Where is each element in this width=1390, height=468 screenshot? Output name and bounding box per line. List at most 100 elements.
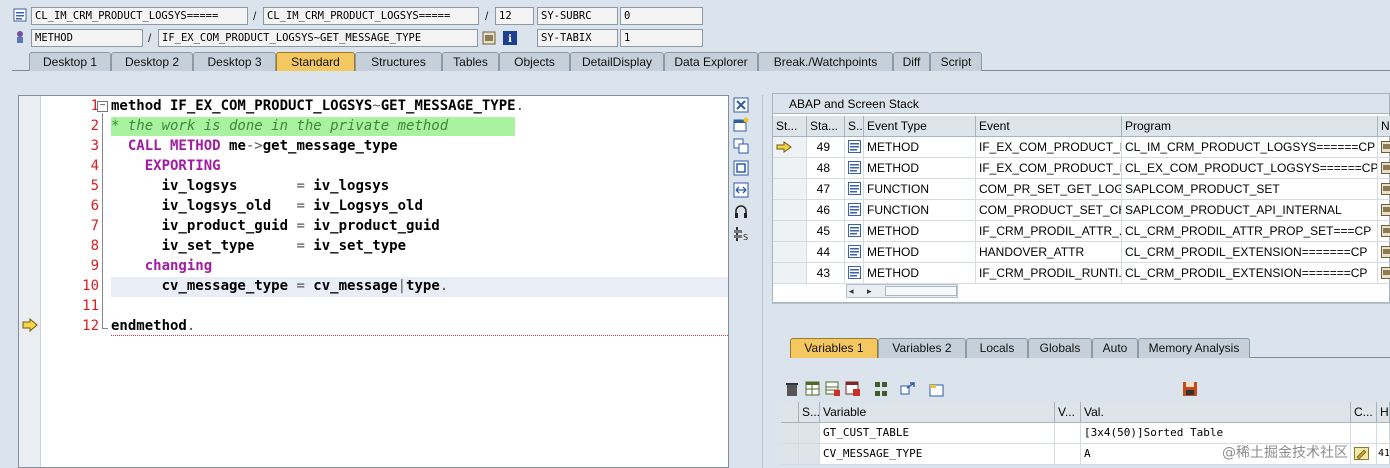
var-tab-auto[interactable]: Auto <box>1092 338 1138 358</box>
code-line[interactable]: iv_set_type = iv_set_type <box>111 236 406 256</box>
tab-objects[interactable]: Objects <box>499 52 570 71</box>
stack-column-header[interactable]: Program <box>1122 116 1378 137</box>
variable-column-header[interactable]: Variable <box>820 402 1055 423</box>
window-icon[interactable] <box>929 382 945 398</box>
scroll-right-icon[interactable]: ▸ <box>867 285 872 297</box>
variable-column-header[interactable]: V... <box>1055 402 1081 423</box>
code-line[interactable]: * the work is done in the private method <box>111 116 448 136</box>
sy-var2-value-field[interactable]: 1 <box>620 29 703 47</box>
tab-tables[interactable]: Tables <box>442 52 499 71</box>
new-window-icon[interactable] <box>733 117 751 133</box>
variable-cell-name[interactable]: CV_MESSAGE_TYPE <box>820 444 1055 465</box>
table-edit-icon[interactable] <box>825 381 841 397</box>
delete-icon[interactable] <box>784 381 800 397</box>
stack-row[interactable]: 47 FUNCTION COM_PR_SET_GET_LOG... SAPLCOM_P… <box>773 179 1390 200</box>
stack-row[interactable]: 46 FUNCTION COM_PRODUCT_SET_CH... SAPLCOM_P… <box>773 200 1390 221</box>
sy-var-value-field[interactable]: 0 <box>620 7 703 25</box>
variable-column-header[interactable]: C... <box>1351 402 1377 423</box>
variable-cell-hex[interactable]: 41 <box>1377 444 1390 465</box>
tab-diff[interactable]: Diff <box>893 52 930 71</box>
stack-column-header[interactable]: Na <box>1378 116 1390 137</box>
tab-data-explorer[interactable]: Data Explorer <box>664 52 758 71</box>
table-delete-icon[interactable] <box>845 381 861 397</box>
stack-row[interactable]: 44 METHOD HANDOVER_ATTR CL_CRM_PRODIL_EXTEN… <box>773 242 1390 263</box>
tab-script[interactable]: Script <box>930 52 982 71</box>
stack-column-header[interactable]: S... <box>845 116 864 137</box>
var-tab-globals[interactable]: Globals <box>1028 338 1092 358</box>
stack-column-header[interactable]: Event Type <box>864 116 976 137</box>
stack-row[interactable]: 43 METHOD IF_CRM_PRODIL_RUNTI... CL_CRM_PRO… <box>773 263 1390 284</box>
line-field[interactable]: 12 <box>495 7 534 25</box>
source-editor[interactable]: 1 2 3 4 5 6 7 8 9 10 11 12 − method IF_EX_COM_PRODU… <box>18 95 729 468</box>
code-area[interactable]: method IF_EX_COM_PRODUCT_LOGSYS~GET_MESS… <box>111 96 736 467</box>
save-icon[interactable] <box>1182 381 1198 397</box>
variable-row[interactable]: GT_CUST_TABLE [3x4(50)]Sorted Table <box>775 423 1390 444</box>
variable-cell-change[interactable] <box>1351 423 1377 444</box>
variable-column-header[interactable] <box>781 402 799 423</box>
tab-desktop-3[interactable]: Desktop 3 <box>193 52 276 71</box>
maximize-icon[interactable] <box>733 160 751 176</box>
navigate-icon[interactable] <box>900 381 916 397</box>
var-tab-variables-2[interactable]: Variables 2 <box>878 338 966 358</box>
services-icon[interactable]: S <box>733 226 751 242</box>
tab-break-watchpoints[interactable]: Break./Watchpoints <box>758 52 893 71</box>
hierarchy-icon[interactable] <box>873 381 889 397</box>
code-line[interactable]: iv_logsys = iv_logsys <box>111 176 390 196</box>
info-icon[interactable]: i <box>503 31 517 45</box>
sy-var-name-field[interactable]: SY-SUBRC <box>537 7 618 25</box>
tab-detaildisplay[interactable]: DetailDisplay <box>570 52 664 71</box>
variable-column-header[interactable]: He <box>1377 402 1390 423</box>
variable-cell-change[interactable] <box>1351 444 1377 465</box>
event-type-field[interactable]: METHOD <box>31 29 143 47</box>
event-field[interactable]: IF_EX_COM_PRODUCT_LOGSYS~GET_MESSAGE_TYP… <box>158 29 478 47</box>
stack-column-header[interactable]: St... <box>773 116 807 137</box>
var-tab-locals[interactable]: Locals <box>966 338 1028 358</box>
code-line[interactable]: iv_logsys_old = iv_Logsys_old <box>111 196 423 216</box>
close-icon[interactable] <box>733 97 751 113</box>
edit-pencil-icon[interactable] <box>1354 447 1370 461</box>
code-token: = <box>296 178 305 194</box>
code-line[interactable]: changing <box>111 256 212 276</box>
stack-row[interactable]: 49 METHOD IF_EX_COM_PRODUCT_L... CL_IM_CRM_… <box>773 137 1390 158</box>
sy-var2-name-field[interactable]: SY-TABIX <box>537 29 618 47</box>
variable-cell-v[interactable] <box>1055 423 1081 444</box>
copy-window-icon[interactable] <box>733 138 751 154</box>
tab-desktop-2[interactable]: Desktop 2 <box>111 52 193 71</box>
swap-icon[interactable] <box>733 182 751 198</box>
pane-splitter[interactable] <box>762 95 766 468</box>
variable-cell-value[interactable]: [3x4(50)]Sorted Table <box>1081 423 1351 444</box>
tab-standard[interactable]: Standard <box>276 52 355 71</box>
scroll-thumb[interactable] <box>885 286 957 296</box>
scroll-left-icon[interactable]: ◂ <box>849 285 854 297</box>
tab-structures[interactable]: Structures <box>355 52 442 71</box>
variable-cell-v[interactable] <box>1055 444 1081 465</box>
code-line[interactable]: CALL METHOD me->get_message_type <box>111 136 398 156</box>
code-line[interactable]: method IF_EX_COM_PRODUCT_LOGSYS~GET_MESS… <box>111 96 524 116</box>
stack-column-header[interactable]: Event <box>976 116 1122 137</box>
code-line[interactable]: EXPORTING <box>111 156 221 176</box>
code-line[interactable]: cv_message_type = cv_message|type. <box>111 276 449 296</box>
source-icon <box>1381 141 1390 153</box>
variable-cell-hex[interactable] <box>1377 423 1390 444</box>
program-field[interactable]: CL_IM_CRM_PRODUCT_LOGSYS===== <box>31 7 248 25</box>
code-line[interactable]: endmethod. <box>111 316 195 336</box>
stack-column-header[interactable]: Sta... <box>807 116 845 137</box>
var-tab-variables-1[interactable]: Variables 1 <box>790 338 878 358</box>
variable-column-header[interactable]: Val. <box>1081 402 1351 423</box>
code-line[interactable]: iv_product_guid = iv_product_guid <box>111 216 440 236</box>
tab-desktop-1[interactable]: Desktop 1 <box>29 52 111 71</box>
stack-hscroll[interactable]: ◂ ▸ <box>846 284 958 298</box>
stack-row[interactable]: 45 METHOD IF_CRM_PRODIL_ATTR_... CL_CRM_PRO… <box>773 221 1390 242</box>
include-field[interactable]: CL_IM_CRM_PRODUCT_LOGSYS===== <box>263 7 479 25</box>
variable-cell-name[interactable]: GT_CUST_TABLE <box>820 423 1055 444</box>
stack-row[interactable]: 48 METHOD IF_EX_COM_PRODUCT_L... CL_EX_COM_… <box>773 158 1390 179</box>
block-bracket <box>102 113 108 329</box>
source-icon[interactable] <box>482 31 496 45</box>
collapse-icon[interactable]: − <box>97 101 108 112</box>
var-tab-memory-analysis[interactable]: Memory Analysis <box>1138 338 1250 358</box>
svg-text:i: i <box>508 34 512 45</box>
headset-icon[interactable] <box>733 204 751 220</box>
stack-cell-icon <box>845 137 864 158</box>
variable-column-header[interactable]: S... <box>799 402 820 423</box>
table-icon[interactable] <box>805 381 821 397</box>
